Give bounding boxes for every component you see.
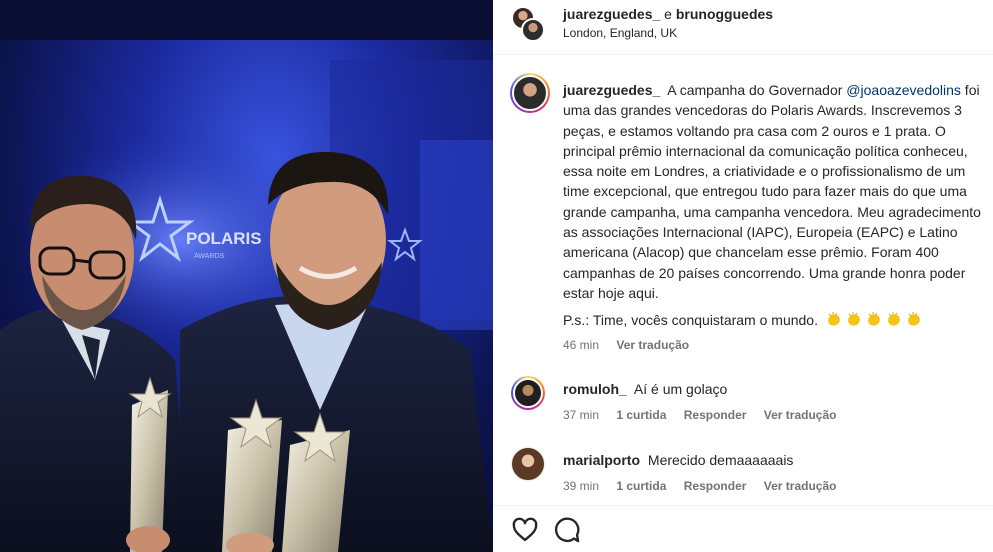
comment: marialporto Merecido demaaaaaais bbox=[563, 452, 793, 468]
author-username-2[interactable]: brunogguedes bbox=[676, 6, 773, 22]
avatar[interactable] bbox=[521, 18, 545, 42]
clapping-hands-emoji-icon bbox=[887, 312, 900, 326]
comment-see-translation-button[interactable]: Ver tradução bbox=[764, 408, 837, 422]
post-caption: juarezguedes_ A campanha do Governador @… bbox=[563, 80, 991, 303]
comment-username[interactable]: romuloh_ bbox=[563, 381, 627, 397]
post-actions-bar bbox=[493, 506, 993, 552]
comment-icon[interactable] bbox=[553, 516, 581, 544]
comment: romuloh_ Aí é um golaço bbox=[563, 381, 727, 397]
caption-text-before: A campanha do Governador bbox=[667, 82, 847, 98]
post-location[interactable]: London, England, UK bbox=[563, 26, 677, 40]
clapping-hands-emoji-icon bbox=[827, 312, 840, 326]
clap-emoji-group bbox=[826, 312, 926, 328]
clapping-hands-emoji-icon bbox=[847, 312, 860, 326]
backdrop-logo-text: POLARIS bbox=[186, 229, 262, 248]
heart-icon[interactable] bbox=[511, 516, 539, 544]
comment-text: Aí é um golaço bbox=[633, 381, 728, 397]
comment-reply-button[interactable]: Responder bbox=[684, 408, 747, 422]
post-authors: juarezguedes_ e brunogguedes bbox=[563, 6, 773, 22]
clapping-hands-emoji-icon bbox=[907, 312, 920, 326]
comment-timestamp[interactable]: 39 min bbox=[563, 479, 599, 493]
comment-meta: 37 min 1 curtida Responder Ver tradução bbox=[563, 408, 850, 422]
caption-username[interactable]: juarezguedes_ bbox=[563, 82, 660, 98]
authors-joiner: e bbox=[660, 6, 676, 22]
caption-timestamp[interactable]: 46 min bbox=[563, 338, 599, 352]
post-details-panel: juarezguedes_ e brunogguedes London, Eng… bbox=[493, 0, 993, 552]
post-header: juarezguedes_ e brunogguedes London, Eng… bbox=[493, 0, 993, 54]
caption-ps: P.s.: Time, vocês conquistaram o mundo. bbox=[563, 311, 926, 328]
comment-see-translation-button[interactable]: Ver tradução bbox=[764, 479, 837, 493]
caption-see-translation-button[interactable]: Ver tradução bbox=[616, 338, 689, 352]
caption-ps-text: P.s.: Time, vocês conquistaram o mundo. bbox=[563, 312, 818, 328]
caption-mention-link[interactable]: @joaoazevedolins bbox=[846, 82, 961, 98]
comment-avatar[interactable] bbox=[511, 447, 545, 481]
comment-username[interactable]: marialporto bbox=[563, 452, 640, 468]
comment-text: Merecido demaaaaaais bbox=[647, 452, 794, 468]
header-divider bbox=[493, 54, 993, 55]
comment-likes-count[interactable]: 1 curtida bbox=[616, 479, 666, 493]
caption-meta: 46 min Ver tradução bbox=[563, 338, 703, 352]
clapping-hands-emoji-icon bbox=[867, 312, 880, 326]
comment-meta: 39 min 1 curtida Responder Ver tradução bbox=[563, 479, 850, 493]
photo-illustration: POLARIS AWARDS bbox=[0, 0, 493, 552]
post-photo[interactable]: POLARIS AWARDS bbox=[0, 0, 493, 552]
comment-likes-count[interactable]: 1 curtida bbox=[616, 408, 666, 422]
comment-avatar[interactable] bbox=[511, 376, 545, 410]
comment-reply-button[interactable]: Responder bbox=[684, 479, 747, 493]
author-username-1[interactable]: juarezguedes_ bbox=[563, 6, 660, 22]
caption-avatar[interactable] bbox=[510, 73, 550, 113]
backdrop-logo-subtext: AWARDS bbox=[194, 253, 225, 260]
caption-text-after: foi uma das grandes vencedoras do Polari… bbox=[563, 82, 981, 301]
comment-timestamp[interactable]: 37 min bbox=[563, 408, 599, 422]
collab-avatars[interactable] bbox=[511, 6, 547, 42]
